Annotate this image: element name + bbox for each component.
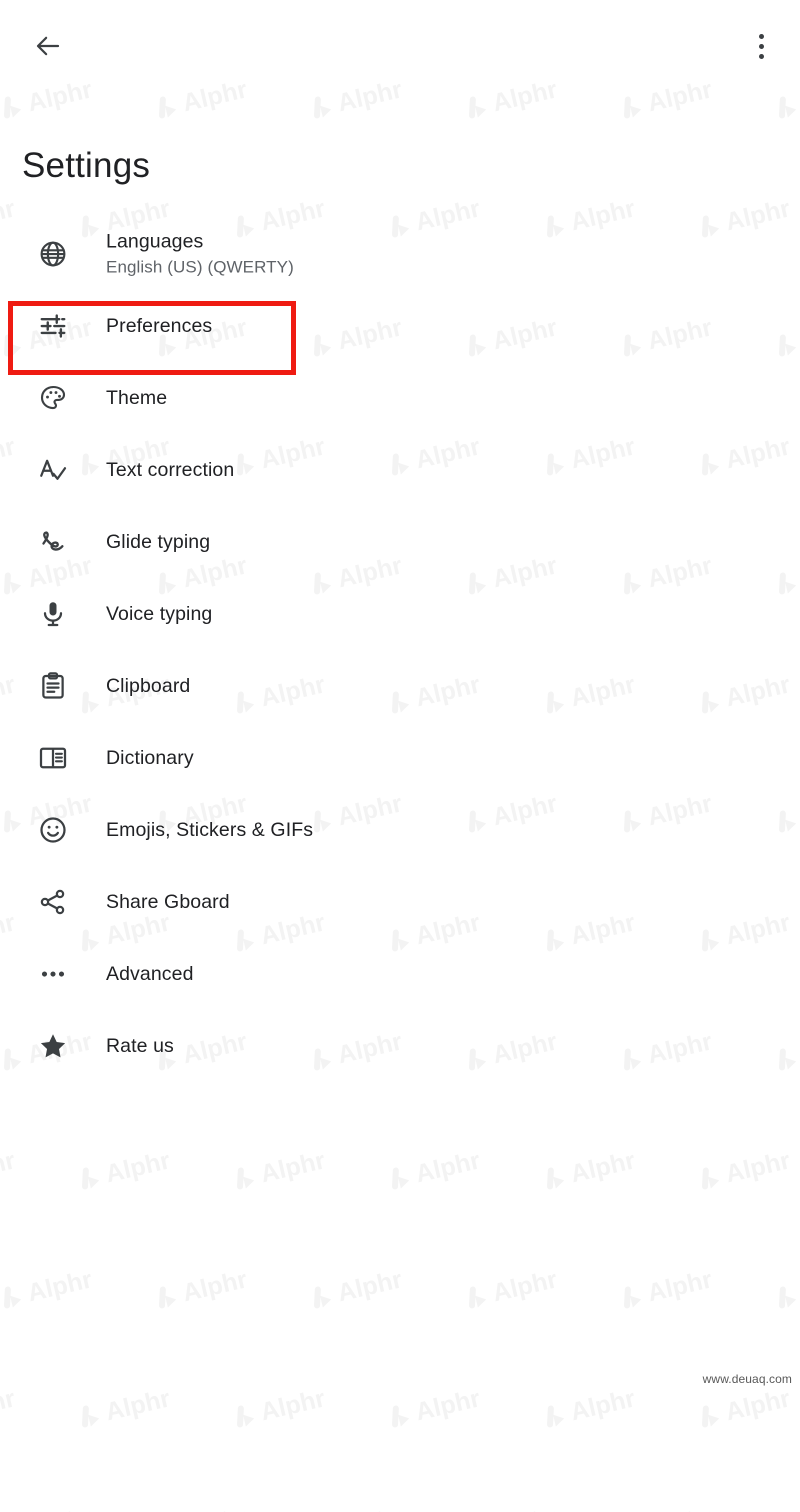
back-button[interactable] bbox=[27, 25, 69, 67]
settings-row-labels: Glide typing bbox=[106, 529, 210, 555]
settings-row-languages[interactable]: Languages English (US) (QWERTY) bbox=[0, 218, 800, 290]
more-vert-icon-dot-3 bbox=[758, 53, 764, 59]
app-bar bbox=[0, 0, 800, 92]
watermark-logo-icon bbox=[228, 1401, 259, 1432]
page-title: Settings bbox=[22, 146, 151, 185]
settings-row-clipboard[interactable]: Clipboard bbox=[0, 650, 800, 722]
settings-row-emojis[interactable]: Emojis, Stickers & GIFs bbox=[0, 794, 800, 866]
watermark-tile: Alphr bbox=[0, 1384, 17, 1432]
watermark-tile: Alphr bbox=[383, 1384, 482, 1432]
more-vert-icon-dot-2 bbox=[758, 43, 764, 49]
star-icon bbox=[36, 1029, 70, 1063]
settings-row-title: Theme bbox=[106, 387, 168, 409]
settings-row-title: Text correction bbox=[106, 459, 235, 481]
settings-row-share-gboard[interactable]: Share Gboard bbox=[0, 866, 800, 938]
watermark-tile: Alphr bbox=[615, 1503, 715, 1512]
settings-list: Languages English (US) (QWERTY) Preferen… bbox=[0, 218, 800, 1082]
settings-row-title: Rate us bbox=[106, 1035, 174, 1057]
watermark-logo-icon bbox=[383, 1401, 414, 1432]
watermark-text: Alphr bbox=[490, 1503, 560, 1512]
settings-row-labels: Share Gboard bbox=[106, 889, 230, 915]
settings-row-labels: Advanced bbox=[106, 961, 194, 987]
watermark-tile: Alphr bbox=[770, 1503, 800, 1512]
watermark-tile: Alphr bbox=[460, 1503, 560, 1512]
more-horiz-icon bbox=[36, 957, 70, 991]
tune-sliders-icon bbox=[36, 309, 70, 343]
watermark-logo-icon bbox=[73, 1401, 104, 1432]
settings-row-voice-typing[interactable]: Voice typing bbox=[0, 578, 800, 650]
watermark-text: Alphr bbox=[645, 1503, 715, 1512]
settings-row-rate-us[interactable]: Rate us bbox=[0, 1010, 800, 1082]
settings-row-subtitle: English (US) (QWERTY) bbox=[106, 257, 294, 277]
settings-row-text-correction[interactable]: Text correction bbox=[0, 434, 800, 506]
watermark-logo-icon bbox=[538, 1401, 569, 1432]
watermark-tile: Alphr bbox=[538, 1384, 637, 1432]
palette-icon bbox=[36, 381, 70, 415]
watermark-tile: Alphr bbox=[150, 1503, 250, 1512]
watermark-text: Alphr bbox=[180, 1503, 250, 1512]
microphone-icon bbox=[36, 597, 70, 631]
settings-row-labels: Dictionary bbox=[106, 745, 194, 771]
settings-row-title: Advanced bbox=[106, 963, 194, 985]
settings-row-title: Voice typing bbox=[106, 603, 213, 625]
watermark-tile: Alphr bbox=[305, 1503, 405, 1512]
settings-row-labels: Voice typing bbox=[106, 601, 212, 627]
watermark-logo-icon bbox=[693, 1401, 724, 1432]
spellcheck-icon bbox=[36, 453, 70, 487]
share-icon bbox=[36, 885, 70, 919]
watermark-tile: Alphr bbox=[0, 1503, 95, 1512]
book-icon bbox=[36, 741, 70, 775]
settings-row-labels: Emojis, Stickers & GIFs bbox=[106, 817, 313, 843]
watermark-text: Alphr bbox=[335, 1503, 405, 1512]
settings-row-title: Glide typing bbox=[106, 531, 211, 553]
settings-row-labels: Languages English (US) (QWERTY) bbox=[106, 229, 294, 280]
settings-row-title: Dictionary bbox=[106, 747, 194, 769]
settings-row-title: Preferences bbox=[106, 315, 213, 337]
settings-row-title: Clipboard bbox=[106, 675, 191, 697]
more-options-button[interactable] bbox=[741, 24, 781, 68]
settings-screen: Settings Languages English (US) (QWERTY) bbox=[0, 0, 800, 1392]
watermark-tile: Alphr bbox=[693, 1384, 792, 1432]
source-url-watermark: www.deuaq.com bbox=[702, 1372, 792, 1386]
globe-icon bbox=[36, 237, 70, 271]
settings-row-labels: Text correction bbox=[106, 457, 234, 483]
clipboard-icon bbox=[36, 669, 70, 703]
settings-row-labels: Theme bbox=[106, 385, 167, 411]
settings-row-labels: Clipboard bbox=[106, 673, 190, 699]
settings-row-labels: Preferences bbox=[106, 313, 212, 339]
settings-row-glide-typing[interactable]: Glide typing bbox=[0, 506, 800, 578]
emoji-smiley-icon bbox=[36, 813, 70, 847]
back-arrow-icon bbox=[36, 36, 60, 56]
watermark-text: Alphr bbox=[25, 1503, 95, 1512]
watermark-tile: Alphr bbox=[73, 1384, 172, 1432]
settings-row-preferences[interactable]: Preferences bbox=[0, 290, 800, 362]
settings-row-title: Emojis, Stickers & GIFs bbox=[106, 819, 314, 841]
settings-row-dictionary[interactable]: Dictionary bbox=[0, 722, 800, 794]
gesture-icon bbox=[36, 525, 70, 559]
settings-row-advanced[interactable]: Advanced bbox=[0, 938, 800, 1010]
settings-row-labels: Rate us bbox=[106, 1033, 174, 1059]
settings-row-title: Share Gboard bbox=[106, 891, 230, 913]
settings-row-theme[interactable]: Theme bbox=[0, 362, 800, 434]
watermark-tile: Alphr bbox=[228, 1384, 327, 1432]
settings-row-title: Languages bbox=[106, 230, 204, 253]
more-vert-icon-dot-1 bbox=[758, 33, 764, 39]
